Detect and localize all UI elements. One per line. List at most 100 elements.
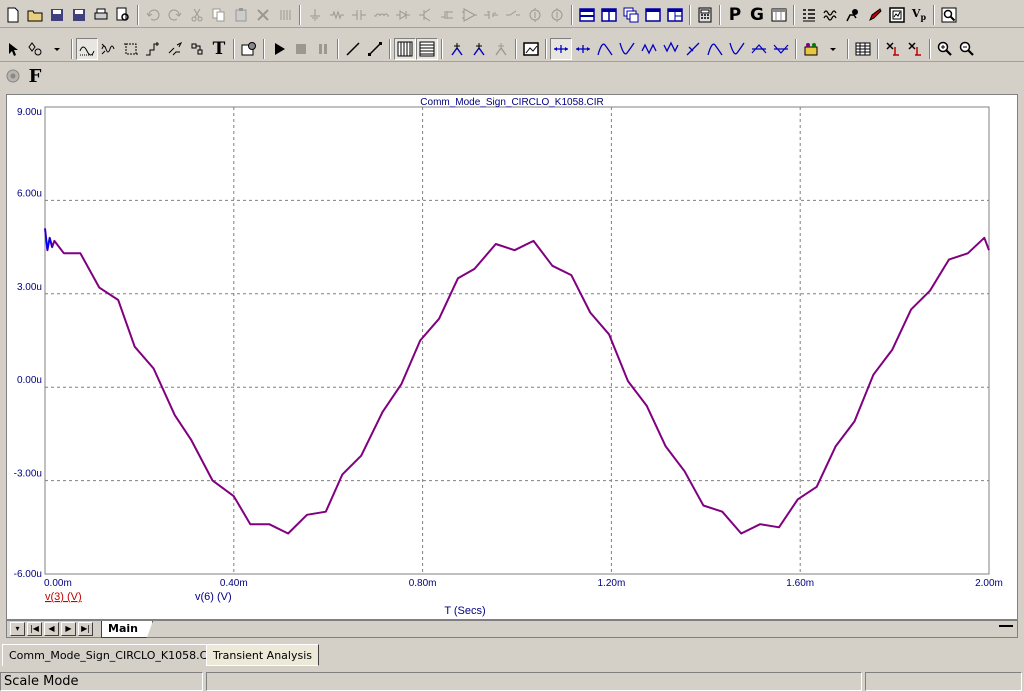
global-high-icon[interactable] — [704, 38, 726, 60]
cursor-valley-icon[interactable] — [468, 38, 490, 60]
text-icon[interactable]: T — [208, 38, 230, 60]
select-all-icon — [274, 4, 296, 26]
tab-nav-prev-button[interactable]: ◀ — [44, 622, 59, 636]
toolbar-separator — [441, 39, 443, 59]
new-file-icon[interactable] — [2, 4, 24, 26]
plot-toolbar-buttons: T — [2, 38, 978, 60]
select-arrow-icon[interactable] — [2, 38, 24, 60]
high-icon[interactable] — [638, 38, 660, 60]
save-all-icon[interactable] — [68, 4, 90, 26]
tab-nav-last-button[interactable]: ▶| — [78, 622, 93, 636]
signal-icon[interactable] — [98, 38, 120, 60]
toolbar-separator — [689, 5, 691, 25]
zoom-plot-icon[interactable] — [938, 4, 960, 26]
save-icon[interactable] — [46, 4, 68, 26]
x-tick-label: 0.00m — [44, 578, 72, 589]
tab-nav-next-button[interactable]: ▶ — [61, 622, 76, 636]
vp-icon[interactable]: Vp — [908, 4, 930, 26]
waveform-icon[interactable] — [820, 4, 842, 26]
status-mode: Scale Mode — [0, 672, 203, 691]
g-letter-icon[interactable]: G — [746, 4, 768, 26]
plot-window-icon[interactable] — [886, 4, 908, 26]
ground-icon — [304, 4, 326, 26]
cursor-left-icon[interactable] — [550, 38, 572, 60]
step-icon[interactable] — [142, 38, 164, 60]
plot-page-tabs: ▾ |◀ ◀ ▶ ▶| Main — [6, 620, 1018, 638]
print-preview-icon[interactable] — [112, 4, 134, 26]
peak-icon[interactable] — [594, 38, 616, 60]
dropdown-arrow-icon[interactable] — [46, 38, 68, 60]
vertical-grid-icon[interactable] — [394, 38, 416, 60]
cursor-right-icon[interactable] — [572, 38, 594, 60]
grid-window-icon[interactable] — [768, 4, 790, 26]
switch-icon — [502, 4, 524, 26]
low-icon[interactable] — [660, 38, 682, 60]
valley-icon[interactable] — [616, 38, 638, 60]
tab-nav-menu-button[interactable]: ▾ — [10, 622, 25, 636]
table-icon[interactable] — [852, 38, 874, 60]
capacitor-icon — [348, 4, 370, 26]
doc-tab-circuit[interactable]: Comm_Mode_Sign_CIRCLO_K1058.CIR — [2, 644, 226, 666]
tab-splitter-handle[interactable] — [999, 625, 1013, 627]
font-f-icon[interactable]: F — [24, 65, 46, 87]
component-icon[interactable] — [842, 4, 864, 26]
horizontal-grid-icon[interactable] — [416, 38, 438, 60]
toolbar-separator — [877, 39, 879, 59]
print-icon[interactable] — [90, 4, 112, 26]
tab-nav-first-button[interactable]: |◀ — [27, 622, 42, 636]
tag-horizontal-icon[interactable] — [882, 38, 904, 60]
tick-labels: 0.00m 0.40m 0.80m 1.20m 1.60m 2.00m 9.00u 6.00u… — [14, 107, 1003, 589]
scale-icon[interactable] — [520, 38, 542, 60]
p-letter-icon[interactable]: P — [724, 4, 746, 26]
global-low-icon[interactable] — [726, 38, 748, 60]
line-icon[interactable] — [342, 38, 364, 60]
x-tick-label: 2.00m — [975, 578, 1003, 589]
tile-vertical-icon[interactable] — [598, 4, 620, 26]
current-source-icon — [524, 4, 546, 26]
y-tick-label: 3.00u — [17, 282, 42, 293]
link-icon[interactable] — [186, 38, 208, 60]
toolbar-separator — [929, 39, 931, 59]
data-points-icon[interactable] — [800, 38, 822, 60]
open-folder-icon[interactable] — [24, 4, 46, 26]
probe-pen-icon[interactable] — [864, 4, 886, 26]
list-icon[interactable] — [798, 4, 820, 26]
doc-tab-transient-analysis[interactable]: Transient Analysis — [206, 644, 319, 666]
run-icon[interactable] — [268, 38, 290, 60]
dropdown-arrow-2-icon[interactable] — [822, 38, 844, 60]
properties-icon[interactable] — [238, 38, 260, 60]
line-points-icon[interactable] — [364, 38, 386, 60]
zoom-out-icon[interactable] — [956, 38, 978, 60]
tag-vertical-icon[interactable] — [904, 38, 926, 60]
voltage-source-icon — [546, 4, 568, 26]
y-tick-label: 9.00u — [17, 107, 42, 118]
legend-v6[interactable]: v(6) (V) — [195, 591, 232, 603]
box-icon[interactable] — [120, 38, 142, 60]
opamp-icon — [458, 4, 480, 26]
window-icon[interactable] — [642, 4, 664, 26]
toolbar-separator — [233, 39, 235, 59]
zoom-in-icon[interactable] — [934, 38, 956, 60]
y-tick-label: 0.00u — [17, 375, 42, 386]
legend-v3[interactable]: v(3) (V) — [45, 591, 82, 603]
wave-select-icon[interactable] — [76, 38, 98, 60]
dial-icon[interactable] — [2, 65, 24, 87]
tab-main[interactable]: Main — [101, 621, 153, 638]
cursor-peak-icon[interactable] — [446, 38, 468, 60]
status-pane-3 — [865, 672, 1022, 691]
bottom-icon[interactable] — [770, 38, 792, 60]
transient-plot[interactable]: 0.00m 0.40m 0.80m 1.20m 1.60m 2.00m 9.00u 6.00u… — [7, 95, 1017, 619]
plot-toolbar: T — [0, 36, 1024, 62]
calculator-icon[interactable] — [694, 4, 716, 26]
shapes-icon[interactable] — [24, 38, 46, 60]
inflection-icon[interactable] — [682, 38, 704, 60]
split-window-icon[interactable] — [664, 4, 686, 26]
plot-window[interactable]: 0.00m 0.40m 0.80m 1.20m 1.60m 2.00m 9.00u 6.00u… — [6, 94, 1018, 620]
arrows-icon[interactable] — [164, 38, 186, 60]
top-icon[interactable] — [748, 38, 770, 60]
tile-horizontal-icon[interactable] — [576, 4, 598, 26]
series-line-v6[interactable] — [44, 228, 990, 535]
main-toolbar-buttons: P G Vp — [2, 4, 960, 26]
toolbar-separator — [571, 5, 573, 25]
cascade-icon[interactable] — [620, 4, 642, 26]
